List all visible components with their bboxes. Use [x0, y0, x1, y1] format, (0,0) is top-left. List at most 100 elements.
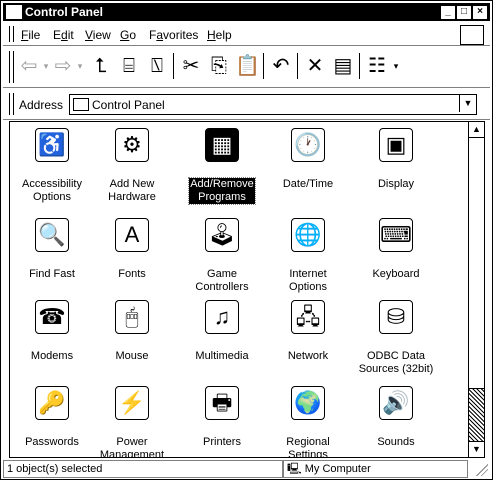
find-fast-icon[interactable]: 🔍	[35, 218, 69, 252]
delete-x-icon[interactable]: ✕	[303, 53, 327, 79]
item-label[interactable]: Power Management	[99, 436, 165, 457]
item-date-time[interactable]: 🕐 Date/Time	[268, 128, 348, 191]
item-game-controllers[interactable]: 🕹 Game Controllers	[182, 218, 262, 294]
scroll-up-button[interactable]: ▲	[469, 122, 484, 138]
fonts-icon[interactable]: A	[115, 218, 149, 252]
item-network[interactable]: 🖧 Network	[268, 300, 348, 363]
item-label[interactable]: Multimedia	[194, 350, 249, 363]
menu-grip[interactable]	[9, 26, 14, 42]
address-value[interactable]: Control Panel	[92, 98, 165, 112]
properties-icon[interactable]: ▤	[331, 53, 355, 79]
printers-icon[interactable]: 🖶	[205, 386, 239, 420]
back-dropdown-icon[interactable]: ▾	[41, 53, 51, 79]
item-find-fast[interactable]: 🔍 Find Fast	[12, 218, 92, 281]
keyboard-icon[interactable]: ⌨	[379, 218, 413, 252]
item-label[interactable]: Sounds	[376, 436, 415, 449]
display-icon[interactable]: ▣	[379, 128, 413, 162]
modems-icon[interactable]: ☎	[35, 300, 69, 334]
odbc-data-sources-32bit-icon[interactable]: ⛁	[379, 300, 413, 334]
item-odbc-data-sources-32bit[interactable]: ⛁ ODBC Data Sources (32bit)	[356, 300, 436, 376]
folder-up-icon[interactable]: ⮤	[89, 53, 113, 79]
control-panel-icon[interactable]	[6, 5, 22, 19]
sounds-icon[interactable]: 🔊	[379, 386, 413, 420]
cut-scissors-icon[interactable]: ✂	[179, 53, 203, 79]
item-keyboard[interactable]: ⌨ Keyboard	[356, 218, 436, 281]
item-power-management[interactable]: ⚡ Power Management	[92, 386, 172, 457]
item-label[interactable]: Internet Options	[288, 268, 328, 294]
item-label[interactable]: Passwords	[24, 436, 80, 449]
close-button[interactable]: ×	[472, 5, 488, 20]
undo-icon[interactable]: ↶	[269, 53, 293, 79]
item-label[interactable]: Keyboard	[371, 268, 420, 281]
minimize-button[interactable]: _	[440, 5, 456, 20]
paste-icon[interactable]: 📋	[235, 53, 260, 79]
item-add-remove-programs[interactable]: ▦ Add/Remove Programs	[182, 128, 262, 205]
multimedia-icon[interactable]: ♫	[205, 300, 239, 334]
menu-view[interactable]: View	[85, 28, 111, 42]
item-display[interactable]: ▣ Display	[356, 128, 436, 191]
icon-view[interactable]: ▲ ▼ ♿ Accessibility Options ⚙ Add New Hardwar…	[9, 121, 485, 458]
power-management-icon[interactable]: ⚡	[115, 386, 149, 420]
disconnect-drive-icon[interactable]: ⍂	[145, 53, 169, 79]
regional-settings-icon[interactable]: 🌍	[291, 386, 325, 420]
item-label[interactable]: Modems	[30, 350, 74, 363]
date-time-icon[interactable]: 🕐	[291, 128, 325, 162]
views-dropdown-icon[interactable]: ▾	[391, 53, 401, 79]
item-add-new-hardware[interactable]: ⚙ Add New Hardware	[92, 128, 172, 204]
menu-favorites[interactable]: Favorites	[149, 28, 198, 42]
address-field[interactable]: Control Panel ▼	[69, 94, 477, 115]
game-controllers-icon[interactable]: 🕹	[205, 218, 239, 252]
internet-options-icon[interactable]: 🌐	[291, 218, 325, 252]
item-label[interactable]: Game Controllers	[194, 268, 249, 294]
scroll-thumb[interactable]	[469, 138, 484, 389]
item-label[interactable]: Add/Remove Programs	[188, 177, 256, 205]
item-label[interactable]: Display	[377, 178, 415, 191]
forward-icon[interactable]: ⇨	[53, 53, 73, 79]
item-modems[interactable]: ☎ Modems	[12, 300, 92, 363]
item-sounds[interactable]: 🔊 Sounds	[356, 386, 436, 449]
item-label[interactable]: ODBC Data Sources (32bit)	[358, 350, 435, 376]
address-grip[interactable]	[9, 93, 14, 115]
item-accessibility-options[interactable]: ♿ Accessibility Options	[12, 128, 92, 204]
item-label[interactable]: Find Fast	[28, 268, 76, 281]
resize-grip[interactable]	[476, 464, 488, 476]
menu-edit[interactable]: Edit	[53, 28, 74, 42]
accessibility-options-icon[interactable]: ♿	[35, 128, 69, 162]
item-label[interactable]: Fonts	[117, 268, 147, 281]
views-icon[interactable]: ☷	[365, 53, 389, 79]
back-icon[interactable]: ⇦	[19, 53, 39, 79]
item-label[interactable]: Network	[287, 350, 329, 363]
item-label[interactable]: Mouse	[114, 350, 149, 363]
item-fonts[interactable]: A Fonts	[92, 218, 172, 281]
map-drive-icon[interactable]: ⌸	[117, 53, 141, 79]
control-panel-window: Control Panel _ □ × File Edit View Go Fa…	[0, 0, 493, 480]
title-bar[interactable]: Control Panel _ □ ×	[3, 3, 490, 21]
scroll-track[interactable]	[469, 389, 484, 441]
address-dropdown-button[interactable]: ▼	[459, 95, 476, 112]
item-mouse[interactable]: 🖱 Mouse	[92, 300, 172, 363]
add-remove-programs-icon[interactable]: ▦	[205, 128, 239, 162]
mouse-icon[interactable]: 🖱	[115, 300, 149, 334]
maximize-button[interactable]: □	[456, 5, 472, 20]
item-label[interactable]: Accessibility Options	[21, 178, 83, 204]
item-label[interactable]: Printers	[202, 436, 242, 449]
forward-dropdown-icon[interactable]: ▾	[75, 53, 85, 79]
item-label[interactable]: Date/Time	[282, 178, 334, 191]
scroll-down-button[interactable]: ▼	[469, 441, 484, 457]
item-label[interactable]: Add New Hardware	[107, 178, 157, 204]
passwords-icon[interactable]: 🔑	[35, 386, 69, 420]
item-printers[interactable]: 🖶 Printers	[182, 386, 262, 449]
item-regional-settings[interactable]: 🌍 Regional Settings	[268, 386, 348, 457]
toolbar-grip[interactable]	[9, 51, 14, 83]
copy-icon[interactable]: ⎘	[207, 53, 231, 79]
menu-help[interactable]: Help	[207, 28, 232, 42]
vertical-scrollbar[interactable]: ▲ ▼	[468, 122, 484, 457]
item-internet-options[interactable]: 🌐 Internet Options	[268, 218, 348, 294]
menu-file[interactable]: File	[21, 28, 40, 42]
item-label[interactable]: Regional Settings	[285, 436, 330, 457]
menu-go[interactable]: Go	[120, 28, 136, 42]
add-new-hardware-icon[interactable]: ⚙	[115, 128, 149, 162]
item-passwords[interactable]: 🔑 Passwords	[12, 386, 92, 449]
network-icon[interactable]: 🖧	[291, 300, 325, 334]
item-multimedia[interactable]: ♫ Multimedia	[182, 300, 262, 363]
